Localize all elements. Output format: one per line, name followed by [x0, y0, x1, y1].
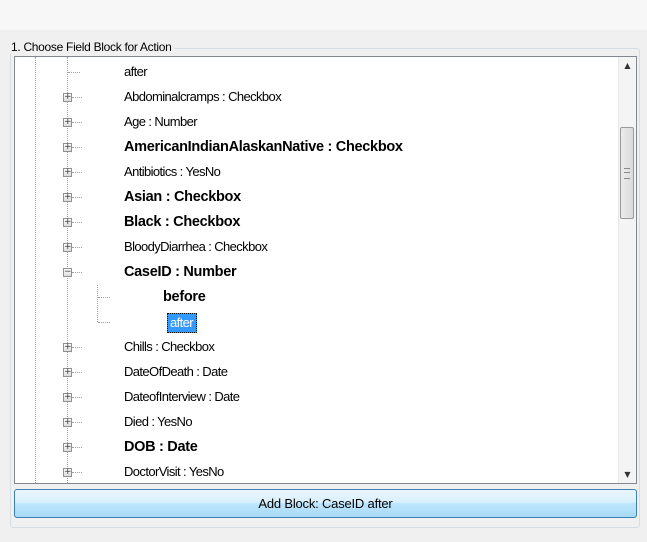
expand-plus-icon[interactable]: +	[63, 168, 72, 177]
tree-node[interactable]: DoctorVisit : YesNo	[15, 460, 620, 483]
tree-connector	[72, 347, 82, 348]
tree-node-label[interactable]: AmericanIndianAlaskanNative : Checkbox	[124, 138, 403, 156]
expand-plus-icon[interactable]: +	[63, 343, 72, 352]
tree-connector	[72, 472, 82, 473]
tree-node[interactable]: CaseID : Number	[15, 260, 620, 285]
tree-node[interactable]: AmericanIndianAlaskanNative : Checkbox	[15, 135, 620, 160]
expand-plus-icon[interactable]: +	[63, 393, 72, 402]
expand-plus-icon[interactable]: +	[63, 443, 72, 452]
tree-guide-line	[97, 285, 98, 322]
tree-connector	[98, 297, 110, 298]
expand-plus-icon[interactable]: +	[63, 143, 72, 152]
tree-node-label[interactable]: CaseID : Number	[124, 263, 237, 281]
add-block-button[interactable]: Add Block: CaseID after	[14, 489, 637, 518]
title-band	[0, 0, 647, 30]
tree-connector	[72, 447, 82, 448]
tree-node-label-selected[interactable]: after	[167, 313, 198, 333]
tree-node[interactable]: Asian : Checkbox	[15, 185, 620, 210]
tree-connector	[72, 222, 82, 223]
groupbox-title: 1. Choose Field Block for Action	[10, 40, 174, 54]
expand-plus-icon[interactable]: +	[63, 418, 72, 427]
tree-node-label[interactable]: Asian : Checkbox	[124, 188, 241, 206]
tree-node[interactable]: Age : Number	[15, 110, 620, 135]
tree-connector	[98, 322, 110, 323]
expand-plus-icon[interactable]: +	[63, 368, 72, 377]
tree-node[interactable]: BloodyDiarrhea : Checkbox	[15, 235, 620, 260]
tree-node[interactable]: DateofInterview : Date	[15, 385, 620, 410]
tree-node-label[interactable]: BloodyDiarrhea : Checkbox	[124, 239, 268, 255]
tree-node-label[interactable]: Age : Number	[124, 114, 198, 130]
tree-node[interactable]: Black : Checkbox	[15, 210, 620, 235]
expand-plus-icon[interactable]: +	[63, 218, 72, 227]
tree-node[interactable]: Abdominalcramps : Checkbox	[15, 85, 620, 110]
tree-connector	[68, 72, 80, 73]
tree-connector	[72, 97, 82, 98]
tree-node[interactable]: DateOfDeath : Date	[15, 360, 620, 385]
tree-connector	[72, 197, 82, 198]
tree-node-label[interactable]: DOB : Date	[124, 438, 198, 456]
tree-node-label[interactable]: DateOfDeath : Date	[124, 364, 228, 380]
expand-plus-icon[interactable]: +	[63, 93, 72, 102]
tree-connector	[72, 272, 82, 273]
tree-node-label[interactable]: Chills : Checkbox	[124, 339, 215, 355]
scroll-down-arrow-icon[interactable]: ▼	[619, 466, 636, 483]
tree-node-label[interactable]: after	[124, 64, 148, 80]
tree-node-label[interactable]: before	[163, 288, 206, 306]
tree-node-label[interactable]: Antibiotics : YesNo	[124, 164, 221, 180]
tree-child-node[interactable]: after	[15, 60, 620, 85]
collapse-minus-icon[interactable]: −	[63, 268, 72, 277]
vertical-scrollbar[interactable]: ▲ ▼	[618, 57, 636, 483]
tree-node-label[interactable]: Abdominalcramps : Checkbox	[124, 89, 282, 105]
tree-node-label[interactable]: Black : Checkbox	[124, 213, 240, 231]
tree-node-label[interactable]: DateofInterview : Date	[124, 389, 240, 405]
tree-node-label[interactable]: Died : YesNo	[124, 414, 193, 430]
tree-node[interactable]: Chills : Checkbox	[15, 335, 620, 360]
tree-connector	[72, 372, 82, 373]
tree-node[interactable]: Antibiotics : YesNo	[15, 160, 620, 185]
expand-plus-icon[interactable]: +	[63, 468, 72, 477]
expand-plus-icon[interactable]: +	[63, 118, 72, 127]
tree-connector	[72, 122, 82, 123]
tree-connector	[72, 397, 82, 398]
tree-node-label[interactable]: DoctorVisit : YesNo	[124, 464, 224, 480]
tree-connector	[72, 147, 82, 148]
grip-icon	[624, 168, 630, 179]
expand-plus-icon[interactable]: +	[63, 243, 72, 252]
tree-node[interactable]: Died : YesNo	[15, 410, 620, 435]
scrollbar-thumb[interactable]	[620, 127, 634, 219]
tree-node[interactable]: DOB : Date	[15, 435, 620, 460]
scroll-up-arrow-icon[interactable]: ▲	[619, 57, 636, 74]
field-block-tree[interactable]: after Abdominalcramps : Checkbox + Age : Nu…	[14, 56, 637, 484]
tree-connector	[72, 172, 82, 173]
tree-connector	[72, 422, 82, 423]
expand-plus-icon[interactable]: +	[63, 193, 72, 202]
tree-connector	[72, 247, 82, 248]
tree-viewport: after Abdominalcramps : Checkbox + Age : Nu…	[15, 57, 620, 483]
